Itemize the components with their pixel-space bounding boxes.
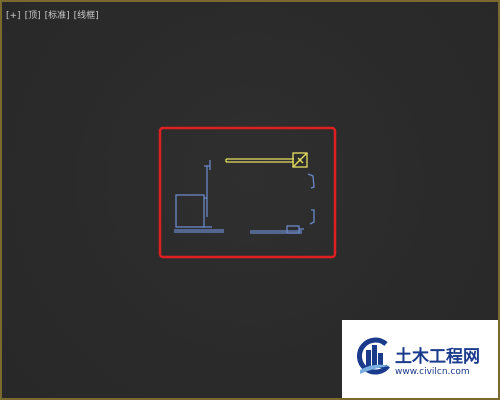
- selected-object[interactable]: [225, 152, 308, 168]
- watermark-text: 土木工程网 www.civilcn.com: [395, 347, 480, 378]
- building-c-logo-icon: [356, 337, 390, 375]
- wall-right-segments: [307, 173, 315, 225]
- highlight-rectangle: [158, 126, 337, 259]
- cabinet-box: [175, 194, 207, 228]
- viewport-top[interactable]: [+] [顶] [标准] [线框] 土木工程网 www.civilcn.com: [0, 0, 500, 400]
- watermark-title: 土木工程网: [395, 347, 480, 367]
- wall-left-vertical: [204, 160, 211, 217]
- wall-bottom-right: [250, 225, 304, 234]
- watermark-panel: 土木工程网 www.civilcn.com: [342, 320, 498, 398]
- wall-bottom-left: [174, 226, 224, 233]
- watermark-url: www.civilcn.com: [395, 367, 470, 377]
